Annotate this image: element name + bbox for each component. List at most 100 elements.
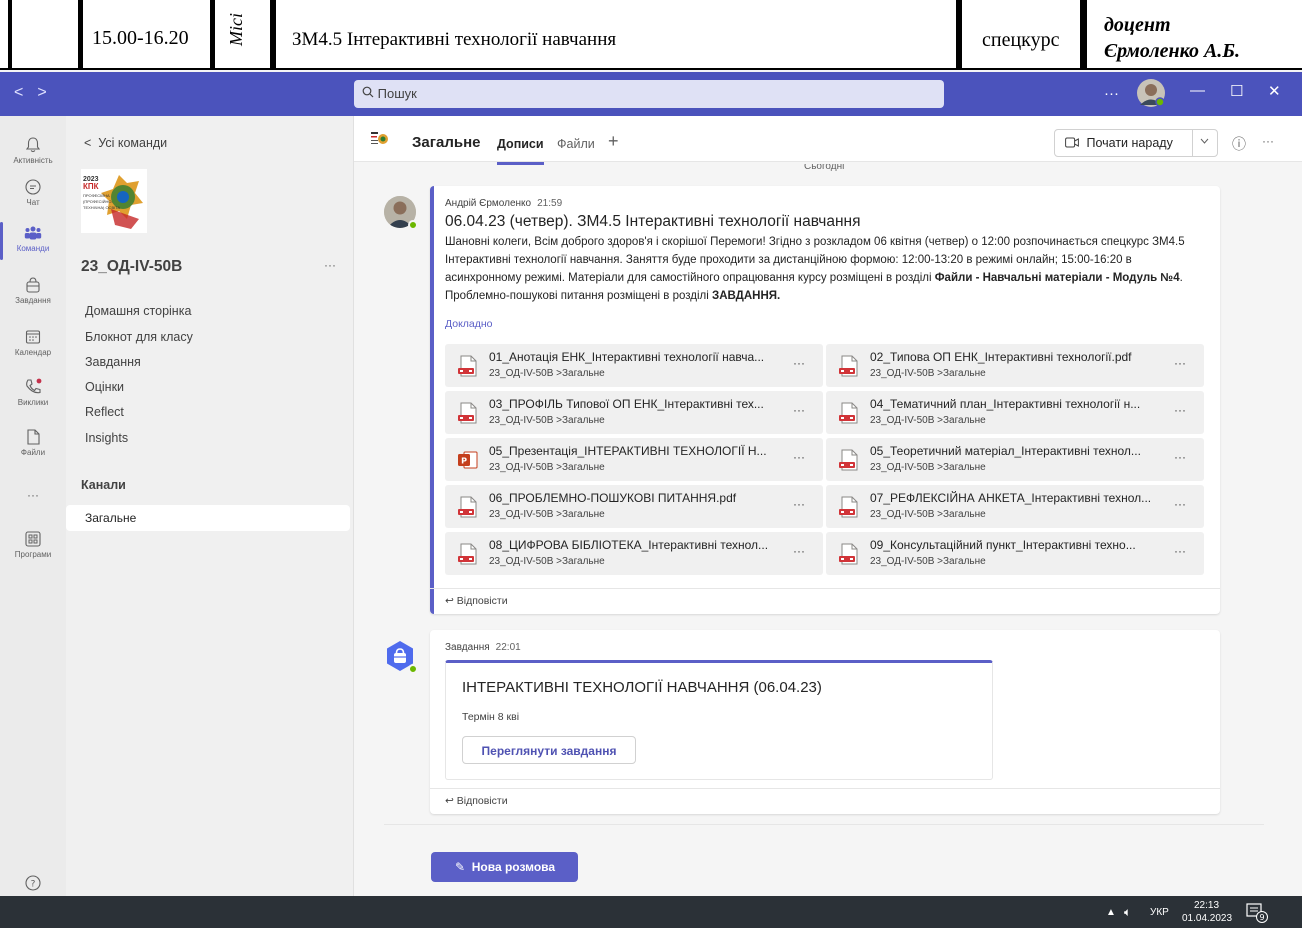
file-more-button[interactable]: ···	[793, 544, 805, 558]
file-more-button[interactable]: ···	[1174, 497, 1186, 511]
team-menu-reflect[interactable]: Reflect	[85, 405, 124, 419]
clock-time[interactable]: 22:13	[1194, 900, 1219, 911]
pdf-icon	[457, 355, 479, 377]
file-attachment[interactable]: 08_ЦИФРОВА БІБЛІОТЕКА_Інтерактивні техно…	[445, 532, 823, 575]
help-icon: ?	[25, 875, 41, 891]
channel-more-button[interactable]: ···	[1262, 134, 1274, 148]
rail-activity[interactable]: Активність	[0, 136, 66, 165]
rail-more[interactable]: ···	[0, 488, 66, 502]
post-author[interactable]: Андрій Єрмоленко	[445, 198, 531, 209]
file-more-button[interactable]: ···	[793, 356, 805, 370]
file-path: 23_ОД-IV-50В >Загальне	[870, 509, 986, 520]
channels-heading: Канали	[81, 478, 126, 492]
rail-label: Програми	[14, 550, 52, 559]
date-divider: Сьогодні	[804, 164, 845, 172]
file-more-button[interactable]: ···	[793, 450, 805, 464]
rail-label: Завдання	[15, 296, 51, 305]
close-button[interactable]: ✕	[1268, 82, 1281, 100]
rail-files[interactable]: Файли	[0, 428, 66, 457]
rail-teams[interactable]: Команди	[0, 222, 66, 260]
search-input[interactable]: Пошук	[354, 80, 944, 108]
team-menu-grades[interactable]: Оцінки	[85, 380, 124, 394]
language-indicator[interactable]: УКР	[1150, 907, 1169, 918]
file-name: 04_Тематичний план_Інтерактивні технолог…	[870, 397, 1141, 411]
chat-icon	[25, 179, 41, 195]
file-more-button[interactable]: ···	[1174, 544, 1186, 558]
start-meeting-button[interactable]: Почати нараду	[1054, 129, 1218, 157]
divider	[384, 824, 1264, 825]
team-menu-notebook[interactable]: Блокнот для класу	[85, 330, 193, 344]
presence-indicator	[408, 664, 418, 674]
file-attachment[interactable]: 02_Типова ОП ЕНК_Інтерактивні технології…	[826, 344, 1204, 387]
rail-calendar[interactable]: Календар	[0, 328, 66, 357]
file-more-button[interactable]: ···	[793, 403, 805, 417]
start-meeting-label: Почати нараду	[1086, 136, 1173, 150]
chevron-down-icon[interactable]	[1200, 136, 1209, 147]
schedule-strip: 15.00-16.20 Місі ЗМ4.5 Інтерактивні техн…	[0, 0, 1302, 70]
rail-label: Активність	[13, 156, 53, 165]
file-more-button[interactable]: ···	[1174, 450, 1186, 464]
pdf-icon	[838, 543, 860, 565]
new-conversation-button[interactable]: ✎ Нова розмова	[431, 852, 578, 882]
profile-avatar[interactable]	[1136, 78, 1166, 112]
file-name: 09_Консультаційний пункт_Інтерактивні те…	[870, 538, 1136, 552]
file-name: 02_Типова ОП ЕНК_Інтерактивні технології…	[870, 350, 1132, 364]
team-menu-home[interactable]: Домашня сторінка	[85, 304, 191, 318]
file-path: 23_ОД-IV-50В >Загальне	[489, 462, 605, 473]
rail-apps[interactable]: Програми	[0, 530, 66, 559]
divider	[430, 588, 1220, 589]
history-nav[interactable]: <>	[14, 84, 61, 102]
file-attachment[interactable]: 07_РЕФЛЕКСІЙНА АНКЕТА_Інтерактивні техно…	[826, 485, 1204, 528]
file-attachment[interactable]: 03_ПРОФІЛЬ Типової ОП ЕНК_Інтерактивні т…	[445, 391, 823, 434]
file-more-button[interactable]: ···	[1174, 403, 1186, 417]
file-attachment[interactable]: 09_Консультаційний пункт_Інтерактивні те…	[826, 532, 1204, 575]
file-attachment[interactable]: P 05_Презентація_ІНТЕРАКТИВНІ ТЕХНОЛОГІЇ …	[445, 438, 823, 481]
team-more-button[interactable]: ···	[324, 258, 336, 272]
tab-files[interactable]: Файли	[557, 137, 595, 151]
file-attachment[interactable]: 04_Тематичний план_Інтерактивні технолог…	[826, 391, 1204, 434]
video-camera-icon	[1065, 137, 1079, 148]
svg-text:КПК: КПК	[83, 182, 99, 191]
file-name: 01_Анотація ЕНК_Інтерактивні технології …	[489, 350, 765, 364]
file-name: 06_ПРОБЛЕМНО-ПОШУКОВІ ПИТАННЯ.pdf	[489, 491, 737, 505]
table-border	[1080, 0, 1087, 68]
reply-button[interactable]: ↩ Відповісти	[445, 795, 508, 807]
maximize-button[interactable]: ☐	[1230, 82, 1243, 100]
see-more-link[interactable]: Докладно	[445, 318, 493, 330]
all-teams-link[interactable]: < Усі команди	[84, 136, 167, 150]
channel-general[interactable]: Загальне	[66, 505, 350, 531]
file-attachment[interactable]: 01_Анотація ЕНК_Інтерактивні технології …	[445, 344, 823, 387]
speaker-icon[interactable]: 🔈︎	[1124, 905, 1131, 920]
file-path: 23_ОД-IV-50В >Загальне	[870, 462, 986, 473]
tray-overflow-icon[interactable]: ▲	[1106, 907, 1116, 918]
app-rail: Активність Чат Команди Завдання Календар…	[0, 116, 66, 896]
file-more-button[interactable]: ···	[793, 497, 805, 511]
post-accent-bar	[430, 186, 434, 614]
team-menu-insights[interactable]: Insights	[85, 431, 128, 445]
rail-assignments[interactable]: Завдання	[0, 276, 66, 305]
file-path: 23_ОД-IV-50В >Загальне	[489, 509, 605, 520]
more-button[interactable]: ···	[1104, 85, 1119, 102]
view-assignment-button[interactable]: Переглянути завдання	[462, 736, 636, 764]
chevron-left-icon: <	[84, 136, 92, 150]
rail-chat[interactable]: Чат	[0, 178, 66, 207]
team-logo: 2023 КПК ПРОФЕСІЙНА (ПРОФЕСІЙНО- ТЕХНІЧН…	[81, 169, 147, 233]
reply-button[interactable]: ↩ Відповісти	[445, 595, 508, 607]
rail-calls[interactable]: Виклики	[0, 378, 66, 407]
help-button[interactable]: ?	[0, 874, 66, 894]
channel-info-icon[interactable]: ⓘ	[1232, 134, 1246, 154]
file-more-button[interactable]: ···	[1174, 356, 1186, 370]
add-tab-button[interactable]: +	[608, 131, 619, 152]
file-attachment[interactable]: 06_ПРОБЛЕМНО-ПОШУКОВІ ПИТАННЯ.pdf 23_ОД-I…	[445, 485, 823, 528]
notifications-icon[interactable]: 9	[1246, 902, 1268, 927]
pdf-icon	[457, 543, 479, 565]
minimize-button[interactable]: —	[1190, 82, 1205, 99]
tab-posts[interactable]: Дописи	[497, 137, 544, 165]
clock-date[interactable]: 01.04.2023	[1182, 913, 1232, 924]
reply-icon: ↩	[445, 595, 454, 607]
table-border	[8, 0, 12, 68]
powerpoint-icon: P	[457, 449, 479, 471]
file-path: 23_ОД-IV-50В >Загальне	[489, 556, 605, 567]
file-attachment[interactable]: 05_Теоретичний матеріал_Інтерактивні тех…	[826, 438, 1204, 481]
team-menu-assignments[interactable]: Завдання	[85, 355, 141, 369]
